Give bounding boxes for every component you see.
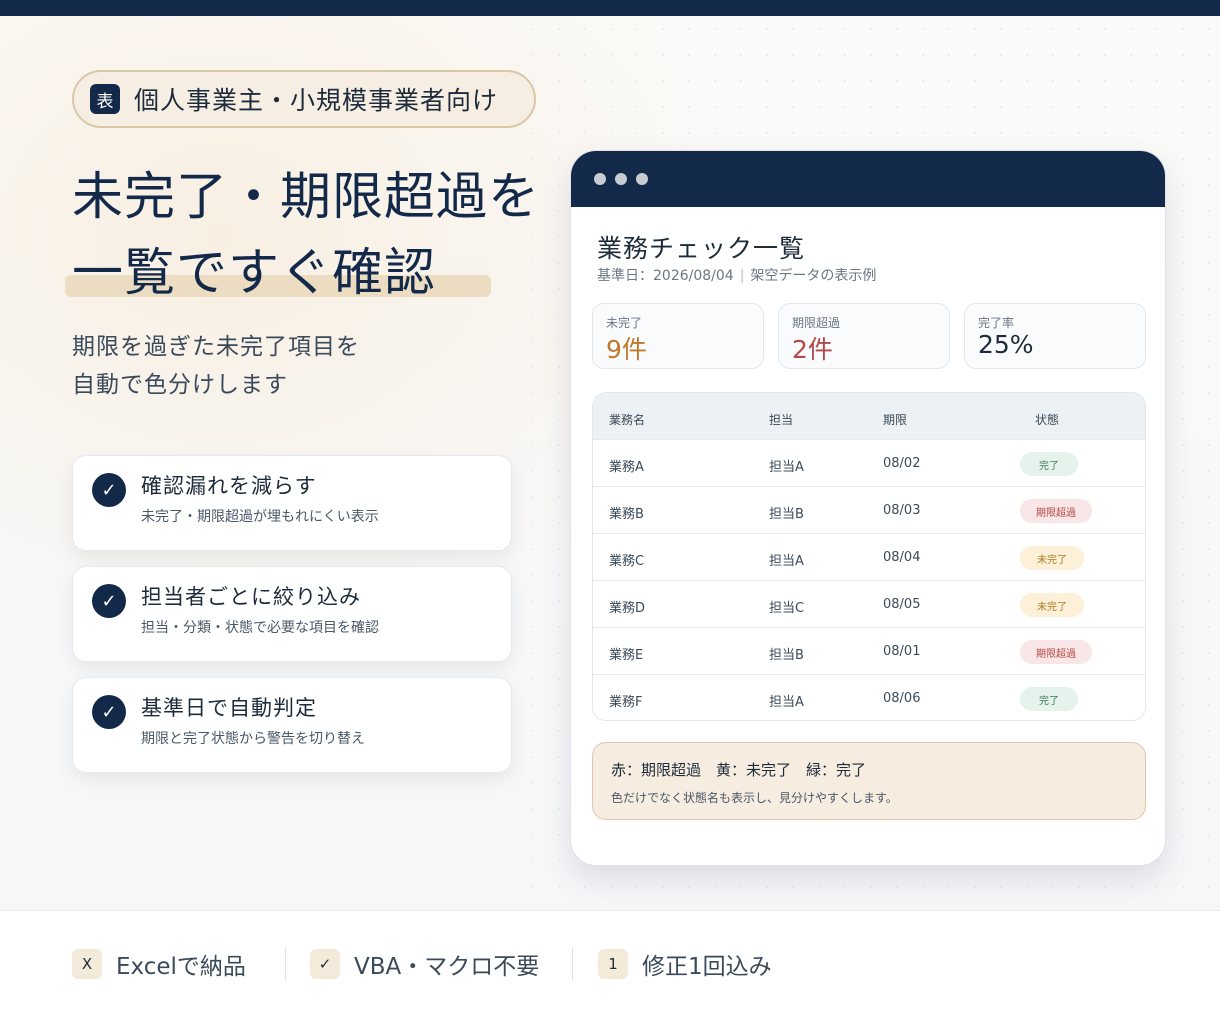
stat-label: 期限超過	[792, 316, 841, 330]
target-badge-text: 個人事業主・小規模事業者向け	[134, 86, 499, 115]
headline-line-2: 一覧ですぐ確認	[72, 244, 437, 303]
status-badge: 完了	[1020, 687, 1078, 711]
feature-desc: 担当・分類・状態で必要な項目を確認	[141, 620, 379, 636]
legend-note: 赤：期限超過 黄：未完了 緑：完了 色だけでなく状態名も表示し、見分けやすくしま…	[592, 742, 1146, 820]
check-icon: ✓	[92, 473, 126, 507]
feature-title: 担当者ごとに絞り込み	[141, 585, 361, 609]
task-due: 08/03	[883, 503, 921, 518]
window-meta: 基準日：2026/08/04 | 架空データの表示例	[597, 265, 876, 285]
status-badge: 完了	[1020, 452, 1078, 476]
footer-item-excel: X Excelで納品	[72, 947, 246, 981]
table-row: 業務A 担当A 08/02 完了	[593, 439, 1145, 486]
check-icon: ✓	[92, 695, 126, 729]
footer-divider	[572, 947, 573, 981]
stat-card-incomplete: 未完了 9件	[592, 303, 764, 369]
task-due: 08/02	[883, 456, 921, 471]
feature-desc: 期限と完了状態から警告を切り替え	[141, 731, 365, 747]
feature-card: ✓ 基準日で自動判定 期限と完了状態から警告を切り替え	[72, 677, 512, 773]
feature-title: 基準日で自動判定	[141, 696, 317, 720]
number-one-icon: 1	[598, 949, 628, 979]
stat-value: 2件	[792, 335, 833, 364]
subcopy-line-1: 期限を過ぎた未完了項目を	[72, 334, 360, 360]
task-name: 業務F	[609, 695, 643, 710]
footer-item-no-macro: ✓ VBA・マクロ不要	[310, 947, 539, 981]
legend-sub: 色だけでなく状態名も表示し、見分けやすくします。	[611, 791, 898, 805]
task-owner: 担当A	[769, 554, 804, 569]
feature-title: 確認漏れを減らす	[141, 474, 317, 498]
footer-divider	[285, 947, 286, 981]
task-owner: 担当B	[769, 507, 804, 522]
footer-bar: X Excelで納品 ✓ VBA・マクロ不要 1 修正1回込み	[0, 910, 1220, 1016]
task-name: 業務D	[609, 601, 646, 616]
window-titlebar	[571, 151, 1165, 207]
meta-separator: |	[739, 268, 745, 284]
stat-value: 25%	[978, 330, 1034, 359]
feature-desc: 未完了・期限超過が埋もれにくい表示	[141, 509, 379, 525]
task-due: 08/01	[883, 644, 921, 659]
footer-label: Excelで納品	[116, 954, 246, 980]
task-due: 08/04	[883, 550, 921, 565]
stat-card-completion: 完了率 25%	[964, 303, 1146, 369]
stat-value: 9件	[606, 335, 647, 364]
table-row: 業務C 担当A 08/04 未完了	[593, 533, 1145, 580]
reference-date: 基準日：2026/08/04	[597, 268, 734, 284]
status-badge: 未完了	[1020, 593, 1084, 617]
table-row: 業務F 担当A 08/06 完了	[593, 674, 1145, 720]
column-header: 担当	[769, 413, 794, 427]
footer-label: 修正1回込み	[642, 954, 772, 980]
feature-card: ✓ 確認漏れを減らす 未完了・期限超過が埋もれにくい表示	[72, 455, 512, 551]
task-table: 業務名 担当 期限 状態 業務A 担当A 08/02 完了 業務B 担当B 08…	[592, 392, 1146, 721]
window-title: 業務チェック一覧	[597, 234, 806, 263]
check-icon: ✓	[310, 949, 340, 979]
column-header: 期限	[883, 413, 908, 427]
task-due: 08/06	[883, 691, 921, 706]
status-badge: 未完了	[1020, 546, 1084, 570]
headline-line-2-wrap: 一覧ですぐ確認	[72, 236, 540, 312]
target-badge: 表 個人事業主・小規模事業者向け	[72, 70, 536, 128]
app-window: 業務チェック一覧 基準日：2026/08/04 | 架空データの表示例 未完了 9件…	[570, 150, 1166, 866]
stat-card-overdue: 期限超過 2件	[778, 303, 950, 369]
task-name: 業務B	[609, 507, 644, 522]
footer-item-revision: 1 修正1回込み	[598, 947, 772, 981]
task-owner: 担当A	[769, 460, 804, 475]
task-owner: 担当C	[769, 601, 805, 616]
task-name: 業務E	[609, 648, 644, 663]
column-header: 状態	[1035, 413, 1060, 427]
legend-main: 赤：期限超過 黄：未完了 緑：完了	[611, 761, 867, 779]
task-owner: 担当A	[769, 695, 804, 710]
footer-label: VBA・マクロ不要	[354, 954, 540, 980]
stat-label: 完了率	[978, 316, 1015, 330]
task-owner: 担当B	[769, 648, 804, 663]
table-row: 業務D 担当C 08/05 未完了	[593, 580, 1145, 627]
feature-card: ✓ 担当者ごとに絞り込み 担当・分類・状態で必要な項目を確認	[72, 566, 512, 662]
subcopy: 期限を過ぎた未完了項目を 自動で色分けします	[72, 328, 360, 404]
table-row: 業務B 担当B 08/03 期限超過	[593, 486, 1145, 533]
status-badge: 期限超過	[1020, 640, 1092, 664]
top-bar	[0, 0, 1220, 16]
table-row: 業務E 担当B 08/01 期限超過	[593, 627, 1145, 674]
task-due: 08/05	[883, 597, 921, 612]
excel-icon: X	[72, 949, 102, 979]
column-header: 業務名	[609, 413, 646, 427]
window-dot-icon	[636, 173, 648, 185]
sample-note: 架空データの表示例	[750, 268, 877, 284]
headline-line-1: 未完了・期限超過を	[72, 168, 541, 227]
window-dot-icon	[594, 173, 606, 185]
window-dot-icon	[615, 173, 627, 185]
check-icon: ✓	[92, 584, 126, 618]
subcopy-line-2: 自動で色分けします	[72, 372, 288, 398]
table-header: 業務名 担当 期限 状態	[593, 393, 1145, 439]
stat-label: 未完了	[606, 316, 643, 330]
status-badge: 期限超過	[1020, 499, 1092, 523]
task-name: 業務A	[609, 460, 644, 475]
table-icon: 表	[90, 84, 120, 114]
task-name: 業務C	[609, 554, 645, 569]
headline: 未完了・期限超過を 一覧ですぐ確認	[72, 160, 540, 312]
